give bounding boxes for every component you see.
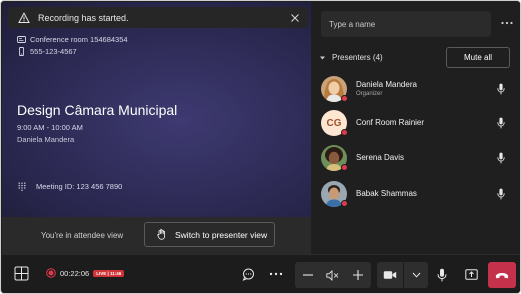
dialpad-icon — [18, 182, 26, 191]
toast-message: Recording has started. — [38, 12, 129, 23]
camera-controls — [377, 262, 428, 288]
meeting-id: Meeting ID: 123 456 7890 — [36, 182, 123, 191]
room-label: Conference room 154684354 — [30, 35, 128, 44]
phone-number: 555-123-4567 — [30, 47, 77, 56]
presenter-item[interactable]: CG Conf Room Rainier — [321, 109, 516, 139]
status-dot — [341, 95, 348, 102]
avatar — [321, 76, 348, 102]
presenter-name: Conf Room Rainier — [356, 118, 425, 127]
camera-icon[interactable] — [377, 262, 403, 288]
presenter-name: Daniela Mandera — [356, 80, 417, 89]
chat-icon[interactable] — [241, 267, 255, 281]
microphone-icon[interactable] — [497, 152, 505, 164]
participants-panel: Presenters (4) Mute all Daniela Mandera … — [312, 2, 520, 254]
switch-to-presenter-button[interactable]: Switch to presenter view — [144, 222, 275, 247]
microphone-icon[interactable] — [497, 188, 505, 200]
chevron-down-icon[interactable] — [404, 262, 428, 288]
hang-up-button[interactable] — [488, 262, 516, 288]
search-name-input[interactable] — [321, 11, 491, 37]
avatar — [321, 145, 348, 171]
share-screen-icon[interactable] — [464, 267, 479, 281]
presenters-section-toggle[interactable]: Presenters (4) — [319, 53, 383, 62]
presenter-item[interactable]: Serena Davis — [321, 144, 516, 174]
avatar: CG — [321, 110, 348, 136]
meeting-window: Recording has started. Conference room 1… — [0, 0, 521, 294]
volume-mute-icon[interactable] — [326, 268, 340, 282]
presenter-item[interactable]: Daniela Mandera Organizer — [321, 75, 516, 105]
meeting-id-row: Meeting ID: 123 456 7890 — [18, 182, 122, 191]
status-dot — [341, 129, 348, 136]
warning-icon — [18, 11, 30, 24]
microphone-icon[interactable] — [435, 267, 449, 282]
volume-controls — [295, 262, 371, 288]
microphone-icon[interactable] — [497, 83, 505, 95]
recording-time: 00:22:06 — [60, 268, 90, 278]
attendee-view-bar: You're in attendee view Switch to presen… — [2, 217, 311, 254]
more-icon[interactable] — [500, 19, 514, 27]
hang-up-icon — [495, 272, 509, 278]
minus-icon[interactable] — [301, 268, 315, 282]
meeting-organizer: Daniela Mandera — [17, 135, 75, 144]
avatar — [321, 181, 348, 207]
switch-to-presenter-label: Switch to presenter view — [175, 229, 268, 240]
chevron-down-icon — [319, 55, 326, 61]
status-dot — [341, 200, 348, 207]
room-row: Conference room 154684354 — [17, 35, 128, 44]
record-icon — [46, 268, 56, 278]
mute-all-button[interactable]: Mute all — [446, 47, 510, 68]
presenter-name: Babak Shammas — [356, 189, 417, 198]
conference-room-icon — [17, 35, 26, 44]
attendee-view-label: You're in attendee view — [41, 231, 124, 240]
meeting-time: 9:00 AM - 10:00 AM — [17, 123, 83, 132]
plus-icon[interactable] — [351, 268, 365, 282]
phone-row: 555-123-4567 — [17, 47, 77, 56]
more-options-icon[interactable] — [269, 268, 283, 280]
status-dot — [341, 164, 348, 171]
meeting-stage: Recording has started. Conference room 1… — [2, 2, 311, 217]
recording-toast: Recording has started. — [8, 7, 308, 28]
meeting-title: Design Câmara Municipal — [17, 102, 178, 118]
phone-icon — [17, 47, 26, 56]
apps-icon[interactable] — [14, 266, 29, 281]
presenter-name: Serena Davis — [356, 153, 405, 162]
presenter-item[interactable]: Babak Shammas — [321, 180, 516, 210]
presenter-role: Organizer — [356, 91, 383, 97]
recording-indicator: 00:22:06 LIVE | 11:46 — [46, 268, 125, 278]
microphone-icon[interactable] — [497, 117, 505, 129]
close-icon[interactable] — [290, 13, 300, 23]
live-badge: LIVE | 11:46 — [93, 269, 125, 277]
presenters-label: Presenters (4) — [332, 53, 383, 62]
meeting-control-bar: 00:22:06 LIVE | 11:46 — [2, 254, 520, 293]
hand-icon — [157, 229, 166, 240]
